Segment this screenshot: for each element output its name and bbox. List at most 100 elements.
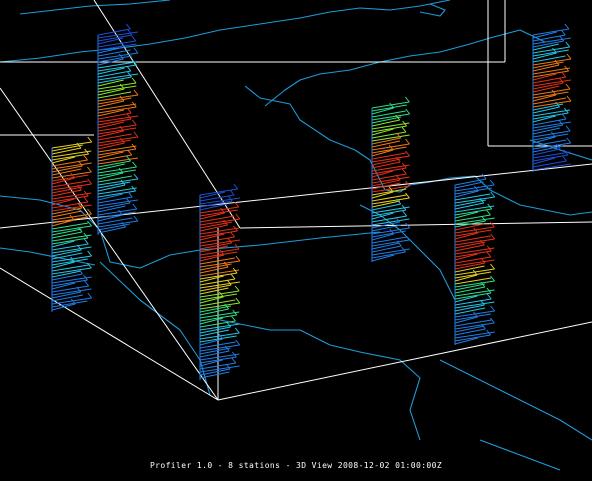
wind-barb-icon — [97, 166, 137, 174]
state-border-2 — [99, 261, 211, 396]
wind-barb-flag — [481, 173, 487, 180]
wind-barb-icon — [454, 187, 492, 195]
scene-canvas[interactable] — [0, 0, 592, 477]
wind-barb-icon — [371, 101, 410, 109]
wind-barb-icon — [51, 279, 88, 287]
wind-barb-icon — [454, 256, 491, 264]
wind-barb-flag — [86, 166, 92, 173]
wind-barb-flag — [133, 89, 139, 96]
wind-barb-icon — [97, 124, 137, 132]
station-profile-6 — [532, 23, 572, 172]
wind-barb-icon — [454, 229, 492, 237]
wind-barb-icon — [97, 82, 137, 90]
wind-barb-icon — [51, 174, 89, 182]
wind-barb-icon — [51, 243, 89, 251]
wind-barb-flag — [235, 339, 241, 346]
wind-barb-icon — [532, 109, 571, 117]
wind-barb-flag — [559, 35, 565, 42]
wind-barb-icon — [454, 319, 492, 327]
bounding-box-layer — [0, 0, 592, 401]
wind-barb-flag — [126, 65, 132, 72]
wind-barb-icon — [199, 227, 239, 235]
wind-barb-icon — [97, 211, 136, 219]
wind-barb-icon — [454, 193, 491, 201]
wind-barb-flag — [405, 138, 410, 145]
wind-barb-icon — [371, 167, 407, 175]
wind-barb-flag — [490, 275, 495, 282]
wind-barb-flag — [87, 136, 93, 143]
wind-barb-flag — [87, 250, 93, 257]
3d-viewport[interactable] — [0, 0, 592, 477]
wind-barb-icon — [51, 222, 89, 230]
wind-barb-icon — [199, 269, 240, 277]
wind-barb-icon — [371, 125, 407, 133]
wind-barb-flag — [83, 154, 88, 161]
wind-barb-flag — [127, 191, 133, 198]
state-border-6 — [199, 231, 381, 251]
wind-barb-icon — [371, 131, 407, 139]
wind-barb-flag — [131, 119, 137, 126]
wind-barb-flag — [561, 71, 567, 78]
wind-barb-flag — [132, 203, 138, 210]
wind-barb-flag — [126, 155, 131, 162]
wind-barb-icon — [97, 127, 137, 135]
wind-barb-flag — [404, 96, 410, 103]
wind-barb-icon — [199, 311, 240, 319]
wind-barb-flag — [405, 108, 411, 115]
wind-barb-flag — [402, 210, 408, 217]
wind-barb-icon — [97, 148, 137, 156]
wind-barb-flag — [229, 189, 235, 196]
wind-barb-icon — [532, 118, 567, 126]
box-edge-right-top — [239, 221, 592, 229]
wind-barb-icon — [454, 298, 492, 306]
wind-barb-flag — [133, 173, 139, 180]
wind-barb-icon — [199, 278, 236, 286]
wind-barb-flag — [231, 315, 236, 322]
wind-barb-flag — [126, 113, 132, 120]
wind-barb-flag — [131, 77, 137, 84]
wind-barb-flag — [233, 183, 239, 190]
wind-barb-icon — [371, 152, 407, 160]
wind-barb-flag — [125, 197, 131, 204]
wind-barb-icon — [371, 215, 407, 223]
wind-barb-flag — [133, 47, 139, 54]
wind-barb-icon — [51, 195, 89, 203]
wind-barb-flag — [566, 53, 572, 60]
wind-barb-flag — [132, 161, 137, 168]
wind-barb-flag — [401, 168, 407, 175]
wind-barb-icon — [51, 264, 89, 272]
wind-barb-flag — [83, 196, 89, 203]
wind-barb-flag — [87, 178, 93, 185]
wind-barb-flag — [87, 208, 92, 215]
wind-barb-icon — [532, 88, 571, 96]
wind-barb-flag — [486, 293, 492, 300]
wind-barb-flag — [561, 113, 567, 120]
wind-barb-flag — [230, 231, 235, 238]
wind-barb-flag — [231, 357, 237, 364]
wind-barb-flag — [489, 179, 495, 186]
wind-barb-flag — [127, 149, 133, 156]
wind-barb-flag — [235, 255, 241, 262]
wind-barb-icon — [97, 187, 137, 195]
wind-barb-icon — [199, 206, 239, 214]
station-profile-1 — [97, 23, 139, 235]
wind-barb-icon — [199, 251, 238, 259]
wind-barb-flag — [234, 285, 240, 292]
wind-barb-flag — [227, 195, 233, 202]
wind-barb-icon — [454, 208, 492, 216]
wind-barb-flag — [565, 125, 571, 132]
coastline-north — [0, 0, 451, 63]
station-profile-2 — [51, 136, 93, 312]
wind-barb-flag — [490, 233, 496, 240]
wind-barb-flag — [560, 29, 566, 36]
station-profile-4 — [371, 96, 411, 262]
wind-barb-flag — [87, 292, 93, 299]
wind-barb-icon — [454, 334, 491, 342]
state-border-1 — [0, 195, 201, 269]
wind-barb-flag — [490, 191, 496, 198]
wind-barb-flag — [566, 137, 572, 144]
wind-barb-icon — [532, 46, 570, 54]
wind-barb-icon — [97, 103, 137, 111]
wind-barb-icon — [51, 150, 92, 158]
wind-profile-layer — [51, 23, 572, 380]
